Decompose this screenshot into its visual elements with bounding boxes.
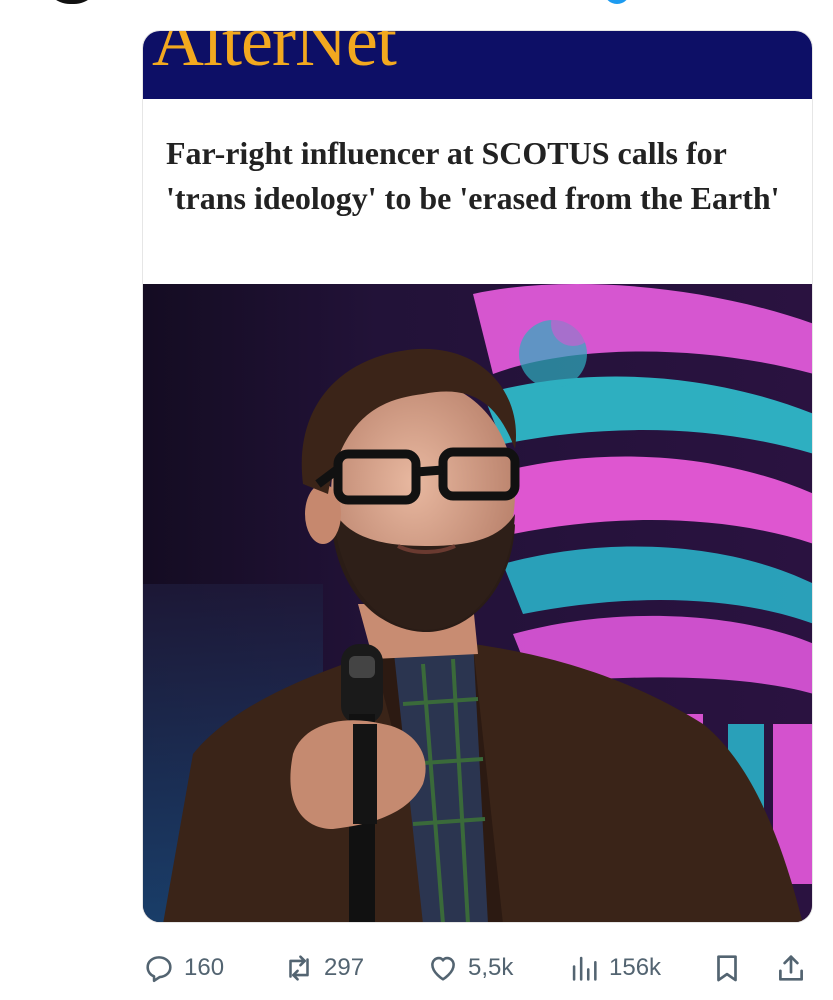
repost-icon bbox=[282, 951, 316, 985]
reply-count: 160 bbox=[184, 954, 225, 981]
like-count: 5,5k bbox=[468, 954, 514, 981]
bookmark-button[interactable] bbox=[710, 948, 744, 988]
like-button[interactable]: 5,5k bbox=[426, 948, 513, 988]
verified-badge-icon bbox=[604, 0, 630, 4]
views-icon bbox=[567, 951, 601, 985]
reply-icon bbox=[142, 951, 176, 985]
headline-area: Far-right influencer at SCOTUS calls for… bbox=[143, 99, 812, 284]
site-logo: AlterNet bbox=[152, 31, 397, 81]
like-icon bbox=[426, 951, 460, 985]
site-header: AlterNet bbox=[143, 31, 812, 99]
repost-count: 297 bbox=[324, 954, 365, 981]
article-photo[interactable] bbox=[143, 284, 812, 922]
article-headline: Far-right influencer at SCOTUS calls for… bbox=[166, 135, 780, 216]
link-preview-card[interactable]: AlterNet Far-right influencer at SCOTUS … bbox=[142, 30, 813, 923]
share-icon bbox=[774, 951, 808, 985]
tweet-view: AlterNet Far-right influencer at SCOTUS … bbox=[0, 0, 833, 1000]
views-button[interactable]: 156k bbox=[567, 948, 661, 988]
author-avatar[interactable] bbox=[44, 0, 100, 4]
views-count: 156k bbox=[609, 954, 662, 981]
tweet-action-bar: 160 297 5,5k 156k bbox=[142, 948, 813, 988]
reply-button[interactable]: 160 bbox=[142, 948, 224, 988]
bookmark-icon bbox=[710, 951, 744, 985]
repost-button[interactable]: 297 bbox=[282, 948, 364, 988]
share-button[interactable] bbox=[774, 948, 808, 988]
